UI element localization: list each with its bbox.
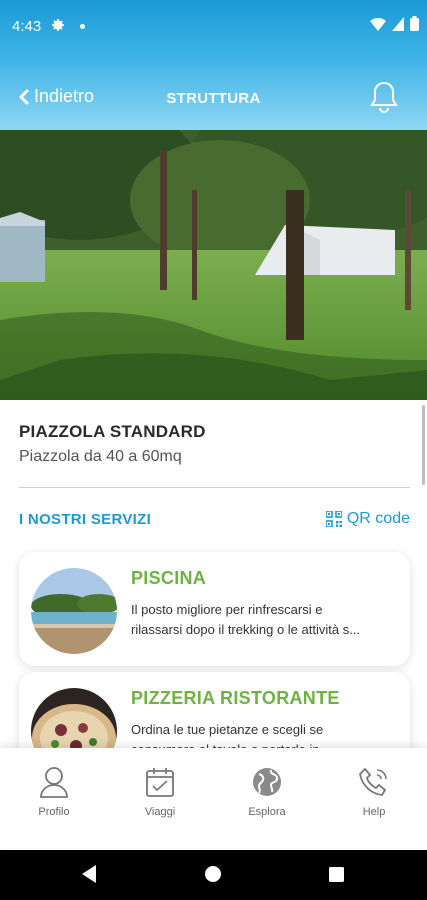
service-description-line: rilassarsi dopo il trekking o le attivit…	[131, 622, 361, 637]
user-icon	[40, 767, 68, 798]
home-system-icon[interactable]	[205, 866, 221, 882]
navigation-bar: Indietro STRUTTURA	[0, 76, 427, 120]
pool-thumbnail	[31, 568, 117, 654]
globe-icon	[253, 768, 281, 796]
services-header: I NOSTRI SERVIZI QR code	[19, 510, 410, 532]
signal-icon	[392, 16, 404, 31]
service-title: PISCINA	[131, 568, 207, 588]
bell-icon[interactable]	[369, 80, 399, 114]
status-icons	[370, 16, 419, 31]
bottom-tab-bar: Profilo Viaggi Esplora Help	[0, 748, 427, 848]
status-bar: 4:43	[0, 0, 427, 54]
service-description-line: Il posto migliore per rinfrescarsi e	[131, 602, 323, 617]
service-description-line: Ordina le tue pietanze e scegli se	[131, 722, 324, 737]
battery-icon	[410, 16, 419, 31]
qr-code-icon	[325, 511, 342, 527]
wifi-icon	[370, 17, 386, 31]
status-time: 4:43	[12, 18, 42, 35]
services-title: I NOSTRI SERVIZI	[19, 511, 152, 528]
tab-profilo[interactable]: Profilo	[14, 766, 94, 818]
service-card-piscina[interactable]: PISCINA Il posto migliore per rinfrescar…	[19, 552, 410, 666]
scroll-indicator	[422, 405, 425, 485]
app-header: 4:43 Indietro STRUTTURA	[0, 0, 427, 130]
qr-code-label: QR code	[346, 510, 410, 527]
back-system-icon[interactable]	[82, 865, 96, 883]
tab-label: Viaggi	[144, 806, 176, 818]
notification-dot-icon	[80, 24, 85, 29]
tab-label: Esplora	[248, 806, 286, 818]
divider	[19, 487, 410, 488]
calendar-icon	[146, 768, 174, 797]
structure-info: PIAZZOLA STANDARD Piazzola da 40 a 60mq	[0, 400, 427, 490]
page-title: STRUTTURA	[166, 90, 261, 107]
qr-code-button[interactable]: QR code	[325, 510, 410, 528]
tab-esplora[interactable]: Esplora	[227, 766, 307, 818]
tab-label: Profilo	[38, 806, 70, 818]
structure-title: PIAZZOLA STANDARD	[19, 422, 206, 441]
phone-icon	[359, 767, 387, 796]
tab-label: Help	[362, 806, 386, 818]
structure-subtitle: Piazzola da 40 a 60mq	[19, 448, 182, 465]
settings-status-icon	[52, 19, 64, 31]
service-title: PIZZERIA RISTORANTE	[131, 688, 340, 708]
tab-viaggi[interactable]: Viaggi	[120, 766, 200, 818]
system-navigation-bar	[0, 850, 427, 900]
tab-help[interactable]: Help	[334, 766, 414, 818]
service-description: Il posto migliore per rinfrescarsi e ril…	[131, 600, 399, 640]
structure-photo	[0, 130, 427, 400]
recents-system-icon[interactable]	[329, 867, 344, 882]
